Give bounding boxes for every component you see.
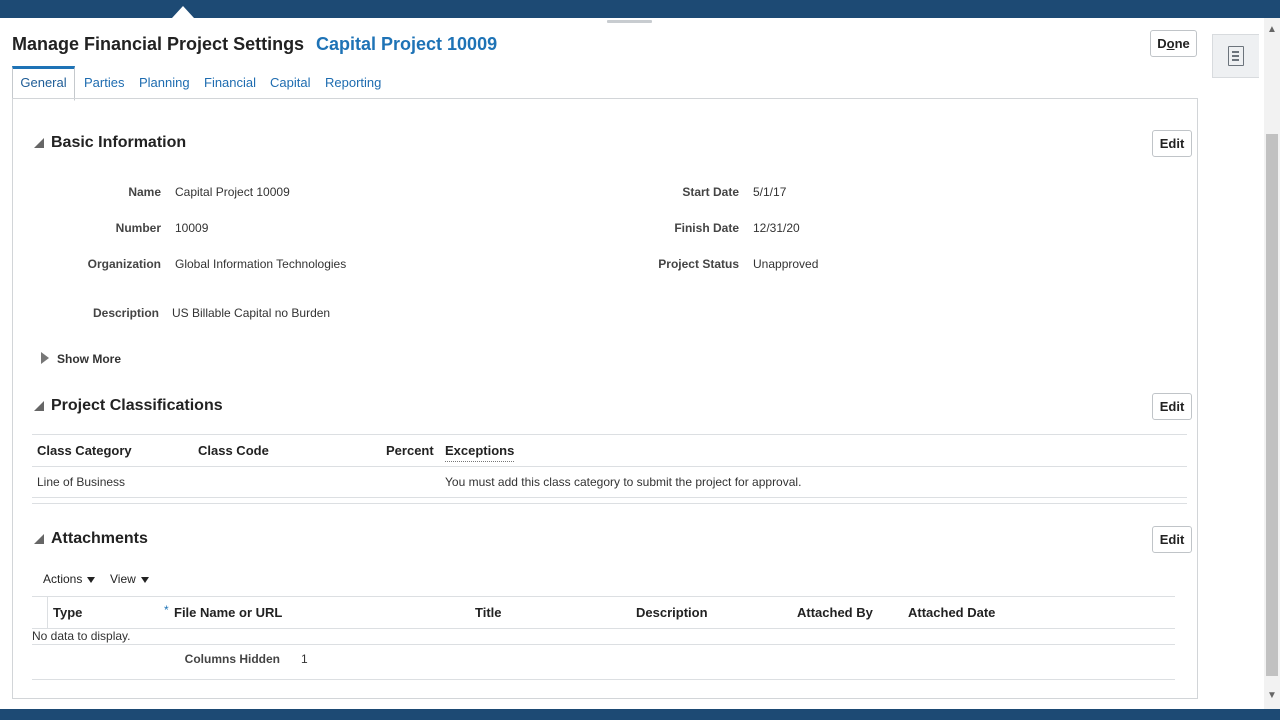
attachments-title: Attachments [51, 530, 148, 547]
required-icon: * [164, 603, 169, 617]
number-value: 10009 [175, 221, 209, 235]
row-class-category: Line of Business [37, 475, 126, 489]
view-menu[interactable]: View [110, 572, 149, 586]
collapse-classifications-icon[interactable] [34, 401, 44, 411]
show-more-link[interactable]: Show More [57, 352, 121, 366]
col-exceptions[interactable]: Exceptions [445, 443, 514, 458]
empty-table-message: No data to display. [32, 629, 131, 643]
classifications-edit-button[interactable]: Edit [1152, 393, 1192, 420]
number-label: Number [115, 221, 161, 235]
done-button[interactable]: Done [1150, 30, 1197, 57]
table-bottom-border [32, 503, 1187, 504]
done-label-prefix: D [1157, 36, 1167, 51]
attachments-table-top [32, 596, 1175, 597]
col-attached-by[interactable]: Attached By [797, 605, 873, 620]
scroll-down-icon[interactable]: ▼ [1267, 690, 1277, 701]
name-value: Capital Project 10009 [175, 185, 290, 199]
collapse-attachments-icon[interactable] [34, 534, 44, 544]
popup-pointer [172, 6, 194, 18]
name-label: Name [128, 185, 161, 199]
col-title[interactable]: Title [475, 605, 502, 620]
exceptions-underline [445, 461, 514, 462]
columns-hidden-value: 1 [301, 652, 308, 666]
attachments-footer-border [32, 679, 1175, 680]
col-description[interactable]: Description [636, 605, 708, 620]
description-label: Description [92, 306, 159, 320]
side-panel-toggle[interactable] [1212, 34, 1259, 78]
organization-label: Organization [87, 257, 161, 271]
row-exceptions: You must add this class category to subm… [445, 475, 802, 489]
attachments-edit-button[interactable]: Edit [1152, 526, 1192, 553]
tab-capital[interactable]: Capital [270, 66, 310, 98]
basic-info-title: Basic Information [51, 134, 187, 151]
done-label-suffix: ne [1174, 36, 1190, 51]
resize-grip[interactable] [607, 20, 652, 23]
start-date-value: 5/1/17 [753, 185, 787, 199]
tab-planning[interactable]: Planning [139, 66, 190, 98]
table-top-border [32, 434, 1187, 435]
window-bottom-bar [0, 709, 1280, 720]
done-label-access-key: o [1166, 36, 1175, 51]
page-title: Manage Financial Project Settings [12, 34, 305, 54]
col-class-category[interactable]: Class Category [37, 443, 132, 458]
caret-down-icon [87, 576, 96, 583]
organization-value: Global Information Technologies [175, 257, 347, 271]
finish-date-label: Finish Date [674, 221, 739, 235]
attachments-body-divider [32, 644, 1175, 645]
collapse-basic-info-icon[interactable] [34, 138, 44, 148]
col-percent[interactable]: Percent [386, 443, 434, 458]
col-class-code[interactable]: Class Code [198, 443, 269, 458]
tab-reporting[interactable]: Reporting [325, 66, 381, 98]
col-type[interactable]: Type [53, 605, 82, 620]
classifications-title: Project Classifications [51, 397, 223, 414]
col-attached-date[interactable]: Attached Date [908, 605, 995, 620]
actions-menu-label: Actions [43, 572, 83, 586]
start-date-label: Start Date [682, 185, 739, 199]
basic-info-edit-button[interactable]: Edit [1152, 130, 1192, 157]
scroll-up-icon[interactable]: ▲ [1267, 24, 1277, 35]
project-status-value: Unapproved [753, 257, 819, 271]
actions-menu[interactable]: Actions [43, 572, 96, 586]
col-file-name[interactable]: File Name or URL [174, 605, 282, 620]
view-menu-label: View [110, 572, 136, 586]
columns-hidden-label: Columns Hidden [184, 652, 280, 666]
description-value: US Billable Capital no Burden [172, 306, 331, 320]
tab-general[interactable]: General [12, 66, 75, 101]
scrollbar-thumb[interactable] [1266, 134, 1278, 676]
finish-date-value: 12/31/20 [753, 221, 800, 235]
row-divider [32, 497, 1187, 498]
caret-down-icon [140, 576, 149, 583]
attachments-header-divider [32, 628, 1175, 629]
project-name-title: Capital Project 10009 [316, 34, 498, 54]
document-list-icon [1228, 46, 1244, 66]
project-status-label: Project Status [658, 257, 739, 271]
tab-parties[interactable]: Parties [84, 66, 124, 98]
header-divider [32, 466, 1187, 467]
triangle-right-icon[interactable] [41, 352, 49, 364]
row-select-column [47, 597, 48, 628]
tab-financial[interactable]: Financial [204, 66, 256, 98]
